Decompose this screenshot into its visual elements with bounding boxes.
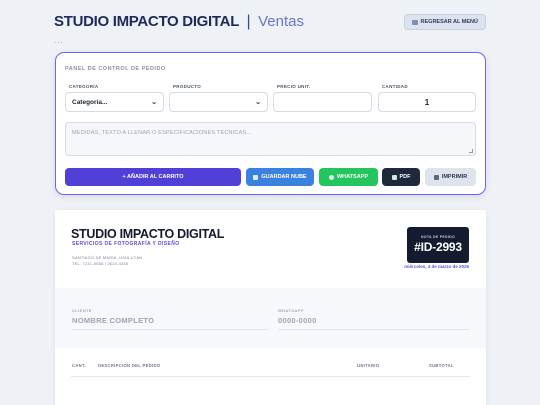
- order-document: STUDIO IMPACTO DIGITAL SERVICIOS DE FOTO…: [55, 210, 486, 405]
- app-title: STUDIO IMPACTO DIGITAL | Ventas: [54, 13, 304, 31]
- back-to-menu-button[interactable]: REGRESAR AL MENÚ: [403, 14, 486, 30]
- address-line: SANTIAGO DE MARÍA, USULUTÁN: [72, 255, 143, 260]
- col-header-qty: CANT.: [72, 363, 86, 368]
- resize-handle-icon[interactable]: [469, 149, 473, 153]
- client-info: CLIENTE NOMBRE COMPLETO WHATSAPP 0000-00…: [55, 288, 486, 348]
- print-button[interactable]: IMPRIMIR: [425, 168, 476, 186]
- save-cloud-label: GUARDAR NUBE: [261, 174, 307, 180]
- unit-price-label: PRECIO UNIT.: [277, 84, 311, 89]
- notes-placeholder: MEDIDAS, TEXTO A LLENAR O ESPECIFICACION…: [72, 130, 252, 136]
- back-icon: [411, 19, 418, 25]
- document-icon: [391, 174, 397, 180]
- order-label: NOTA DE PEDIDO: [421, 235, 455, 239]
- panel-title: PANEL DE CONTROL DE PEDIDO: [65, 66, 166, 72]
- whatsapp-label: WHATSAPP: [336, 174, 369, 180]
- category-select-value: Categoría...: [72, 98, 108, 106]
- print-label: IMPRIMIR: [441, 174, 468, 180]
- section-name: Ventas: [258, 13, 304, 30]
- brand-name: STUDIO IMPACTO DIGITAL: [54, 13, 240, 30]
- order-id-badge: NOTA DE PEDIDO #ID-2993: [407, 227, 469, 263]
- unit-price-input[interactable]: [273, 92, 372, 112]
- quantity-label: CANTIDAD: [382, 84, 408, 89]
- client-name-field[interactable]: NOMBRE COMPLETO: [72, 316, 268, 330]
- chat-icon: [328, 174, 334, 180]
- top-bar: STUDIO IMPACTO DIGITAL | Ventas REGRESAR…: [54, 11, 486, 33]
- pdf-button[interactable]: PDF: [382, 168, 420, 186]
- printer-icon: [433, 174, 439, 180]
- brand-separator: |: [246, 13, 251, 30]
- document-address: SANTIAGO DE MARÍA, USULUTÁN TEL: 7241-86…: [72, 255, 142, 266]
- order-date: miércoles, 4 de marzo de 2026: [404, 264, 469, 269]
- document-title: STUDIO IMPACTO DIGITAL: [71, 227, 225, 241]
- save-cloud-button[interactable]: GUARDAR NUBE: [246, 168, 314, 186]
- category-label: CATEGORÍA: [69, 84, 99, 89]
- whatsapp-field-label: WHATSAPP: [278, 308, 304, 313]
- back-button-label: REGRESAR AL MENÚ: [420, 19, 478, 25]
- col-header-description: DESCRIPCIÓN DEL PEDIDO: [98, 363, 161, 368]
- whatsapp-button[interactable]: WHATSAPP: [319, 168, 378, 186]
- order-id: #ID-2993: [414, 240, 462, 254]
- table-header-divider: [71, 376, 470, 377]
- chevron-down-icon: ⌄: [255, 99, 261, 106]
- add-to-cart-button[interactable]: + AÑADIR AL CARRITO: [65, 168, 241, 186]
- document-subtitle: SERVICIOS DE FOTOGRAFÍA Y DISEÑO: [72, 241, 180, 247]
- order-control-panel: PANEL DE CONTROL DE PEDIDO CATEGORÍA Cat…: [55, 52, 486, 195]
- notes-textarea[interactable]: MEDIDAS, TEXTO A LLENAR O ESPECIFICACION…: [65, 122, 476, 156]
- pdf-label: PDF: [399, 174, 411, 180]
- category-select[interactable]: Categoría... ⌄: [65, 92, 164, 112]
- product-label: PRODUCTO: [173, 84, 202, 89]
- ellipsis: ...: [54, 36, 64, 45]
- cloud-save-icon: [253, 174, 259, 180]
- product-select[interactable]: ⌄: [169, 92, 268, 112]
- col-header-unit: UNITARIO: [357, 363, 380, 368]
- quantity-input[interactable]: 1: [378, 92, 476, 112]
- phone-line: TEL: 7241-8668 | 2624-4345: [72, 260, 129, 266]
- whatsapp-field[interactable]: 0000-0000: [278, 316, 469, 330]
- client-label: CLIENTE: [72, 308, 92, 313]
- chevron-down-icon: ⌄: [151, 99, 157, 106]
- col-header-subtotal: SUBTOTAL: [429, 363, 454, 368]
